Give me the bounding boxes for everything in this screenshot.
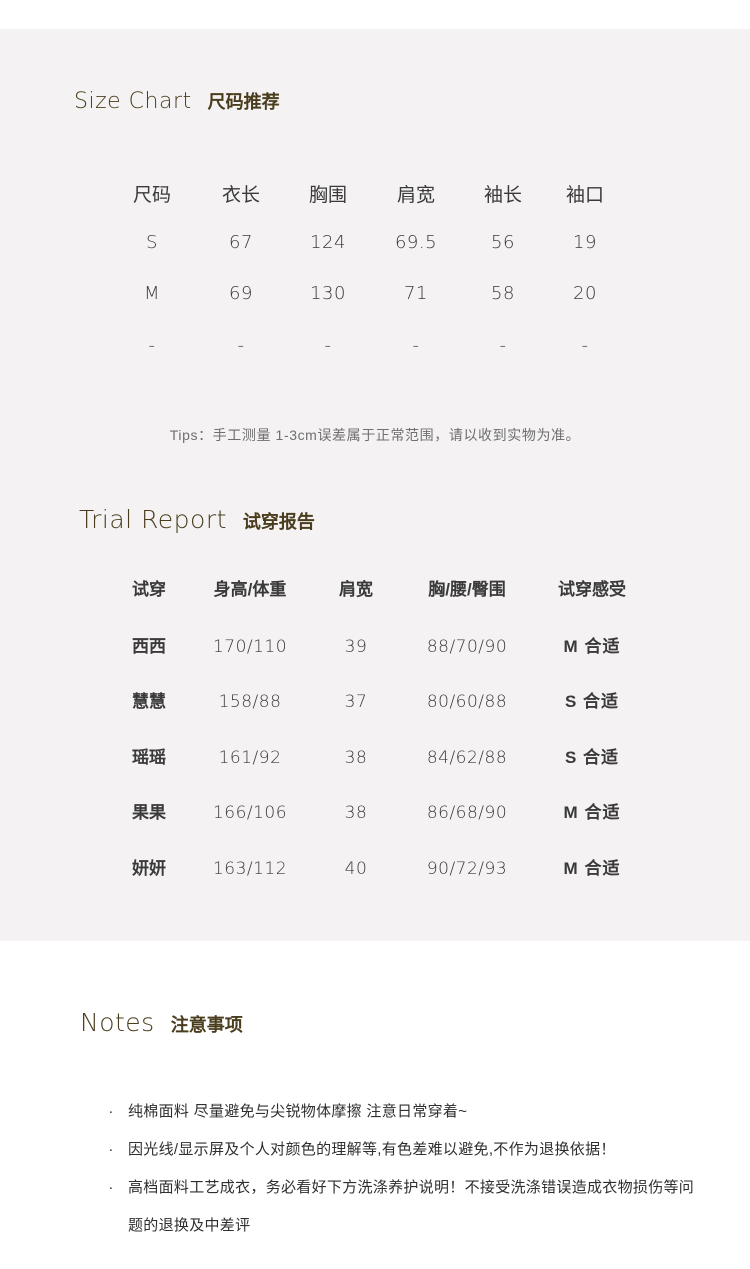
bullet-icon: · [108,1103,114,1120]
trial-cell: M 合适 [563,859,621,878]
size-header-cell: 尺码 [132,185,172,206]
trial-cell: 80/60/88 [426,692,508,712]
notes-list: · 纯棉面料 尽量避免与尖锐物体摩擦 注意日常穿着~ · 因光线/显示屏及个人对… [106,1093,706,1245]
size-table-row: S 67 124 69.5 56 19 [0,228,750,258]
trial-header-row: 试穿 身高/体重 肩宽 胸/腰/臀围 试穿感受 [0,575,750,605]
notes-title-zh: 注意事项 [170,1015,243,1035]
size-header-cell: 袖长 [483,185,523,206]
trial-cell: 果果 [132,803,166,822]
trial-cell: 瑶瑶 [132,748,166,767]
trial-cell: 39 [344,637,368,657]
size-cell: - [324,335,332,356]
size-cell: 69 [229,283,253,304]
size-cell: S [146,232,158,253]
size-cell: 124 [310,232,346,253]
trial-report-title: Trial Report 试穿报告 [79,505,315,534]
trial-cell: 158/88 [218,692,282,712]
trial-cell: 40 [344,859,368,879]
trial-cell: 161/92 [218,748,282,768]
trial-table-row: 瑶瑶 161/92 38 84/62/88 S 合适 [0,743,750,773]
note-item: · 纯棉面料 尽量避免与尖锐物体摩擦 注意日常穿着~ [106,1093,706,1131]
size-cell: 71 [404,283,428,304]
size-cell: - [499,335,507,356]
size-cell: 20 [573,283,597,304]
trial-header-cell: 肩宽 [339,580,373,599]
note-text: 高档面料工艺成衣，务必看好下方洗涤养护说明！不接受洗涤错误造成衣物损伤等问题的退… [128,1179,695,1234]
size-cell: - [237,335,245,356]
trial-header-cell: 胸/腰/臀围 [428,580,506,599]
size-header-cell: 衣长 [221,185,261,206]
trial-report-title-en: Trial Report [79,505,227,534]
size-cell: 19 [573,232,597,253]
trial-cell: 慧慧 [132,692,166,711]
trial-cell: 166/106 [212,803,288,823]
note-text: 因光线/显示屏及个人对颜色的理解等,有色差难以避免,不作为退换依据！ [128,1141,616,1158]
bullet-icon: · [108,1179,114,1196]
trial-table-row: 妍妍 163/112 40 90/72/93 M 合适 [0,854,750,884]
trial-cell: 86/68/90 [426,803,508,823]
trial-header-cell: 身高/体重 [213,580,287,599]
trial-cell: 90/72/93 [426,859,508,879]
size-cell: 58 [491,283,515,304]
size-chart-title-zh: 尺码推荐 [207,92,280,112]
bullet-icon: · [108,1141,114,1158]
notes-title: Notes 注意事项 [80,1008,243,1037]
size-table-row: M 69 130 71 58 20 [0,279,750,309]
size-table-row: ------ [0,331,750,361]
trial-cell: 163/112 [212,859,288,879]
trial-cell: 84/62/88 [426,748,508,768]
size-header-cell: 袖口 [565,185,605,206]
note-item: · 高档面料工艺成衣，务必看好下方洗涤养护说明！不接受洗涤错误造成衣物损伤等问题… [106,1169,706,1245]
trial-table-row: 慧慧 158/88 37 80/60/88 S 合适 [0,687,750,717]
size-cell: M [143,283,161,304]
size-chart-tips: Tips：手工测量 1-3cm误差属于正常范围，请以收到实物为准。 [169,427,581,443]
trial-cell: S 合适 [564,692,620,711]
size-cell: 67 [229,232,253,253]
size-cell: - [581,335,589,356]
size-cell: - [148,335,156,356]
note-text: 纯棉面料 尽量避免与尖锐物体摩擦 注意日常穿着~ [128,1103,468,1120]
note-item: · 因光线/显示屏及个人对颜色的理解等,有色差难以避免,不作为退换依据！ [106,1131,706,1169]
trial-header-cell: 试穿感受 [558,580,626,599]
trial-cell: S 合适 [564,748,620,767]
size-cell: 69.5 [394,232,438,253]
size-header-cell: 胸围 [308,185,348,206]
size-header-row: 尺码 衣长 胸围 肩宽 袖长 袖口 [0,181,750,211]
size-cell: 56 [491,232,515,253]
notes-title-en: Notes [80,1008,155,1037]
trial-report-title-zh: 试穿报告 [242,512,315,532]
size-header-cell: 肩宽 [396,185,436,206]
trial-cell: M 合适 [563,637,621,656]
size-cell: - [412,335,420,356]
trial-cell: 37 [344,692,368,712]
size-chart-title-en: Size Chart [74,89,192,114]
trial-cell: 88/70/90 [426,637,508,657]
trial-table-row: 果果 166/106 38 86/68/90 M 合适 [0,798,750,828]
trial-cell: M 合适 [563,803,621,822]
trial-table-row: 西西 170/110 39 88/70/90 M 合适 [0,632,750,662]
size-cell: 130 [310,283,346,304]
trial-cell: 38 [344,803,368,823]
size-chart-title: Size Chart 尺码推荐 [74,88,280,114]
trial-cell: 38 [344,748,368,768]
trial-cell: 170/110 [212,637,288,657]
trial-cell: 妍妍 [132,859,166,878]
trial-header-cell: 试穿 [132,580,166,599]
trial-cell: 西西 [132,637,166,656]
